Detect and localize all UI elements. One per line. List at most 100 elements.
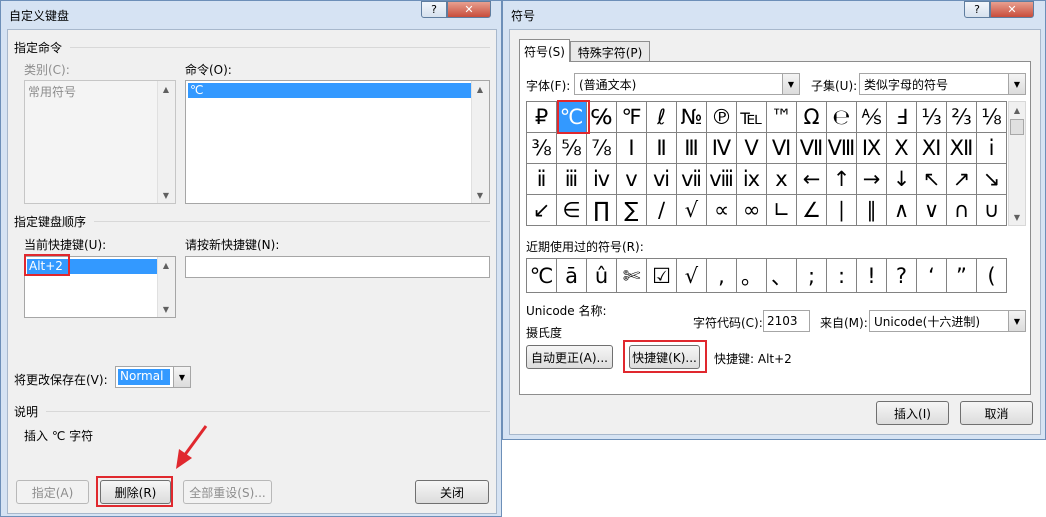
symbol-grid-scrollbar[interactable]: ▲ ▼ [1008, 101, 1026, 226]
symbol-cell[interactable]: Ⅹ [887, 133, 917, 164]
recent-symbol-cell[interactable]: ” [947, 259, 977, 293]
symbol-cell[interactable]: ⅞ [587, 133, 617, 164]
symbol-cell[interactable]: Ⅳ [707, 133, 737, 164]
symbol-cell[interactable]: ⅳ [587, 164, 617, 195]
symbol-cell[interactable]: ⅝ [557, 133, 587, 164]
close-window-button[interactable]: ✕ [447, 1, 491, 18]
symbol-cell[interactable]: № [677, 102, 707, 133]
symbol-cell[interactable]: → [857, 164, 887, 195]
command-item[interactable]: ℃ [188, 83, 471, 98]
symbol-grid[interactable]: ₽ ℃ ℅ ℉ ℓ № ℗ ℡ ™ Ω ℮ ⅍ Ⅎ ⅓ ⅔ ⅛ ⅜ ⅝ ⅞ Ⅰ Ⅱ Ⅲ Ⅳ Ⅴ Ⅵ Ⅶ Ⅷ Ⅸ Ⅹ Ⅺ Ⅻⅰ ⅱ ⅲ ⅳ ⅴ ⅵ ⅶ ⅷ ⅸ… [526, 101, 1007, 226]
symbol-cell[interactable]: ₽ [527, 102, 557, 133]
symbol-cell[interactable]: ℡ [737, 102, 767, 133]
category-scrollbar[interactable]: ▲ ▼ [157, 81, 175, 203]
symbol-cell[interactable]: ℗ [707, 102, 737, 133]
symbol-cell[interactable]: ∩ [947, 195, 977, 226]
symbol-cell[interactable]: ⅱ [527, 164, 557, 195]
scroll-thumb[interactable] [1010, 119, 1024, 135]
remove-button[interactable]: 删除(R) [100, 480, 171, 504]
title-bar[interactable]: 自定义键盘 ? ✕ [1, 1, 501, 29]
recent-symbol-cell[interactable]: ; [797, 259, 827, 293]
symbol-cell[interactable]: ⅜ [527, 133, 557, 164]
recent-symbol-cell[interactable]: ℃ [527, 259, 557, 293]
symbol-cell[interactable]: ↗ [947, 164, 977, 195]
command-listbox[interactable]: ℃ ▲ ▼ [185, 80, 490, 204]
symbol-cell[interactable]: Ⅲ [677, 133, 707, 164]
shortcut-key-button[interactable]: 快捷键(K)... [629, 345, 700, 369]
recent-symbol-cell[interactable]: : [827, 259, 857, 293]
symbol-cell[interactable]: ⅓ [917, 102, 947, 133]
scroll-down-icon[interactable]: ▼ [158, 187, 174, 203]
symbol-cell[interactable]: Ⅎ [887, 102, 917, 133]
recent-symbol-cell[interactable]: ( [977, 259, 1007, 293]
recent-symbol-cell[interactable]: ✄ [617, 259, 647, 293]
symbol-cell[interactable]: ∏ [587, 195, 617, 226]
symbol-cell[interactable]: ℅ [587, 102, 617, 133]
tab-symbols[interactable]: 符号(S) [519, 39, 570, 62]
command-scrollbar[interactable]: ▲ ▼ [471, 81, 489, 203]
symbol-cell[interactable]: ⅵ [647, 164, 677, 195]
symbol-cell[interactable]: ⅔ [947, 102, 977, 133]
title-bar[interactable]: 符号 ? ✕ [503, 1, 1045, 29]
recent-symbol-cell[interactable]: ! [857, 259, 887, 293]
symbol-cell[interactable]: ↖ [917, 164, 947, 195]
current-keys-scrollbar[interactable]: ▲ ▼ [157, 257, 175, 317]
symbol-cell[interactable]: ℉ [617, 102, 647, 133]
symbol-cell[interactable]: Ⅻ [947, 133, 977, 164]
symbol-cell[interactable]: ∥ [857, 195, 887, 226]
from-select[interactable]: Unicode(十六进制) ▼ [869, 310, 1026, 332]
recent-symbol-cell[interactable]: √ [677, 259, 707, 293]
symbol-cell[interactable]: ⅰ [977, 133, 1007, 164]
symbol-cell[interactable]: ∧ [887, 195, 917, 226]
symbol-cell[interactable]: ⅶ [677, 164, 707, 195]
symbol-cell[interactable]: Ω [797, 102, 827, 133]
symbol-cell[interactable]: Ⅺ [917, 133, 947, 164]
recent-symbols-grid[interactable]: ℃ ā û ✄ ☑ √,。、;:!? ‘”( [526, 258, 1007, 293]
symbol-cell[interactable]: ⅴ [617, 164, 647, 195]
symbol-cell[interactable]: Ⅴ [737, 133, 767, 164]
symbol-cell[interactable]: ⅹ [767, 164, 797, 195]
symbol-cell[interactable]: ∟ [767, 195, 797, 226]
symbol-cell[interactable]: ™ [767, 102, 797, 133]
symbol-cell[interactable]: ℓ [647, 102, 677, 133]
symbol-cell[interactable]: ↙ [527, 195, 557, 226]
recent-symbol-cell[interactable]: ? [887, 259, 917, 293]
symbol-cell[interactable]: Ⅷ [827, 133, 857, 164]
symbol-cell[interactable]: ℮ [827, 102, 857, 133]
symbol-cell[interactable]: Ⅰ [617, 133, 647, 164]
close-window-button[interactable]: ✕ [990, 1, 1034, 18]
symbol-cell[interactable]: ⅸ [737, 164, 767, 195]
symbol-cell[interactable]: ∝ [707, 195, 737, 226]
symbol-cell[interactable]: Ⅶ [797, 133, 827, 164]
cancel-button[interactable]: 取消 [960, 401, 1033, 425]
symbol-cell[interactable]: ∈ [557, 195, 587, 226]
recent-symbol-cell[interactable]: 、 [767, 259, 797, 293]
recent-symbol-cell[interactable]: û [587, 259, 617, 293]
chevron-down-icon[interactable]: ▼ [782, 74, 799, 94]
symbol-cell[interactable]: Ⅵ [767, 133, 797, 164]
recent-symbol-cell[interactable]: ‘ [917, 259, 947, 293]
symbol-cell[interactable]: ← [797, 164, 827, 195]
recent-symbol-cell[interactable]: , [707, 259, 737, 293]
symbol-cell[interactable]: ↑ [827, 164, 857, 195]
chevron-down-icon[interactable]: ▼ [173, 367, 190, 387]
subset-select[interactable]: 类似字母的符号 ▼ [859, 73, 1026, 95]
symbol-cell[interactable]: ⅷ [707, 164, 737, 195]
help-button[interactable]: ? [964, 1, 990, 18]
symbol-cell[interactable]: ∨ [917, 195, 947, 226]
current-keys-listbox[interactable]: Alt+2 ▲ ▼ [24, 256, 176, 318]
chevron-down-icon[interactable]: ▼ [1008, 311, 1025, 331]
scroll-up-icon[interactable]: ▲ [472, 81, 488, 97]
symbol-cell[interactable]: ⅛ [977, 102, 1007, 133]
assign-button[interactable]: 指定(A) [16, 480, 89, 504]
symbol-cell[interactable]: ∑ [617, 195, 647, 226]
symbol-cell[interactable]: ⅲ [557, 164, 587, 195]
symbol-cell[interactable]: ℃ [557, 102, 587, 133]
char-code-input[interactable]: 2103 [763, 310, 810, 332]
help-button[interactable]: ? [421, 1, 447, 18]
scroll-down-icon[interactable]: ▼ [472, 187, 488, 203]
scroll-up-icon[interactable]: ▲ [158, 257, 174, 273]
scroll-up-icon[interactable]: ▲ [1009, 102, 1025, 118]
autocorrect-button[interactable]: 自动更正(A)... [526, 345, 613, 369]
scroll-up-icon[interactable]: ▲ [158, 81, 174, 97]
